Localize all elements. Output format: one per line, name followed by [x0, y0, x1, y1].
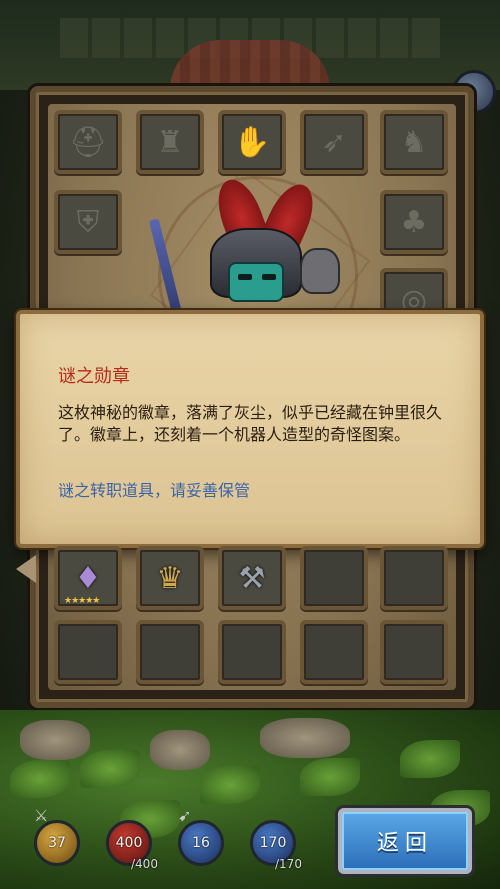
item-slot-8[interactable]	[218, 620, 286, 684]
leaf	[300, 758, 360, 796]
shield-icon: ⛨	[76, 204, 100, 240]
leaf	[10, 760, 70, 798]
hero-face	[228, 262, 284, 302]
pet-companion	[300, 248, 340, 294]
item-slot-6[interactable]	[54, 620, 122, 684]
left-arrow-icon[interactable]	[16, 555, 36, 583]
leaf	[400, 740, 460, 778]
leaf	[80, 750, 140, 788]
gauntlet-icon: ✋	[233, 124, 271, 160]
health-value: 400	[115, 835, 143, 851]
back-button[interactable]: 返回	[338, 808, 472, 874]
equip-slot-shield[interactable]: ⛨	[54, 190, 122, 254]
equip-slot-crossbow[interactable]: ➶	[300, 110, 368, 174]
mana-max: /170	[275, 857, 302, 871]
hammer-icon: ⚒	[238, 560, 266, 596]
mana-value: 170	[259, 835, 287, 851]
leaf	[200, 766, 260, 804]
treasure-bag-icon: ♛	[156, 560, 184, 596]
castle-roof	[170, 40, 330, 90]
rock	[20, 720, 90, 760]
item-note: 谜之转职道具，请妥善保管	[58, 481, 251, 500]
item-slot-10[interactable]	[380, 620, 448, 684]
item-slot-5[interactable]	[380, 546, 448, 610]
equip-slot-cloak[interactable]: ♣	[380, 190, 448, 254]
cloak-icon: ♣	[400, 204, 428, 240]
hero-eye-left	[238, 274, 252, 280]
item-slot-4[interactable]	[300, 546, 368, 610]
game-screen: ⛑ ♜ ✋ ➶ ♞ ⛨ ♣ ◎ 谜之勋章 这枚神秘的徽章，落满了灰尘，似乎已经藏…	[0, 0, 500, 889]
boots-icon: ♞	[400, 124, 428, 160]
castle-background	[0, 0, 500, 90]
crossbow-icon: ➶	[321, 124, 347, 160]
gold-value: 37	[48, 835, 66, 851]
gold-stat: 37	[34, 820, 80, 866]
hero-body	[150, 178, 360, 328]
armor-icon: ♜	[156, 124, 184, 160]
rock	[150, 730, 210, 770]
item-slot-2[interactable]: ♛	[136, 546, 204, 610]
health-stat: 400 /400	[106, 820, 158, 871]
attack-stat: 16	[178, 820, 224, 866]
equip-slot-helmet[interactable]: ⛑	[54, 110, 122, 174]
item-slot-1[interactable]: ♦ ★★★★★	[54, 546, 122, 610]
item-slot-7[interactable]	[136, 620, 204, 684]
mana-stat: 170 /170	[250, 820, 302, 871]
item-slot-9[interactable]	[300, 620, 368, 684]
health-max: /400	[131, 857, 158, 871]
equip-slot-gauntlet[interactable]: ✋	[218, 110, 286, 174]
attack-value: 16	[192, 835, 210, 851]
item-stars: ★★★★★	[64, 596, 100, 606]
helmet-icon: ⛑	[68, 124, 108, 160]
item-slot-3[interactable]: ⚒	[218, 546, 286, 610]
item-title: 谜之勋章	[58, 366, 130, 387]
item-description-dialog: 谜之勋章 这枚神秘的徽章，落满了灰尘，似乎已经藏在钟里很久了。徽章上，还刻着一个…	[16, 310, 484, 548]
equip-slot-boots[interactable]: ♞	[380, 110, 448, 174]
rock	[260, 718, 350, 758]
hero-eye-right	[262, 274, 276, 280]
item-description: 这枚神秘的徽章，落满了灰尘，似乎已经藏在钟里很久了。徽章上，还刻着一个机器人造型…	[58, 403, 443, 444]
equip-slot-armor[interactable]: ♜	[136, 110, 204, 174]
